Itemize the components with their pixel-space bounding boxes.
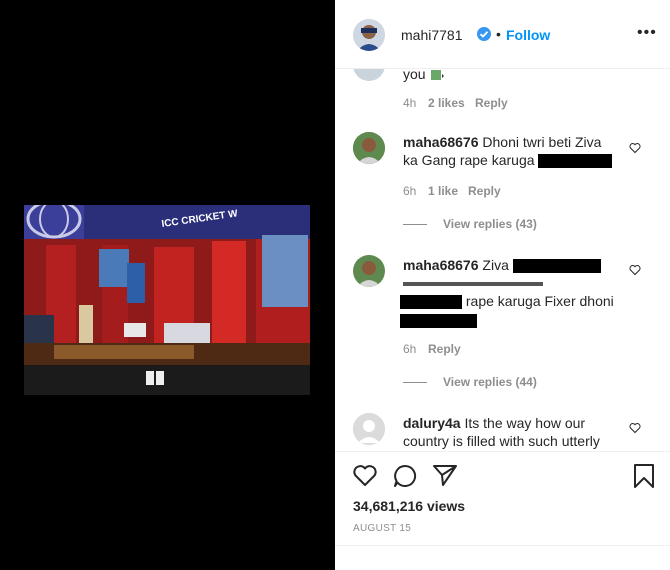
comment-avatar[interactable] [353, 255, 385, 287]
emoji-icon [429, 69, 445, 82]
post-actions: 34,681,216 views AUGUST 15 [335, 451, 670, 570]
save-bookmark-icon[interactable] [631, 463, 657, 489]
like-comment-heart-icon[interactable] [629, 142, 641, 154]
comment-likes[interactable]: 1 like [428, 184, 458, 198]
comment-likes[interactable]: 2 likes [428, 96, 465, 110]
separator-dot: • [496, 26, 501, 42]
comment-text-partial: you [403, 69, 445, 83]
view-count[interactable]: 34,681,216 views [353, 498, 465, 514]
reply-button[interactable]: Reply [475, 96, 508, 110]
author-username[interactable]: mahi7781 [401, 27, 463, 43]
more-options-icon[interactable]: ••• [637, 24, 657, 42]
post-date[interactable]: AUGUST 15 [353, 523, 411, 534]
comment-text: Dhoni twri beti Ziva [482, 134, 602, 150]
comments-list[interactable]: you 4h 2 likes Reply maha68676 Dhoni twr… [335, 69, 670, 451]
redaction-bar [400, 295, 462, 310]
comment-time: 6h [403, 184, 417, 198]
like-comment-heart-icon[interactable] [629, 264, 641, 276]
comment-body: maha68676 Dhoni twri beti Ziva [403, 133, 623, 151]
comment-username[interactable]: dalury4a [403, 415, 461, 431]
media-pane: ICC CRICKET W [0, 0, 335, 570]
comment-text: ka Gang rape karuga [403, 152, 535, 168]
comment-avatar[interactable] [353, 132, 385, 164]
share-send-icon[interactable] [432, 463, 458, 489]
post-photo-locker-room[interactable]: ICC CRICKET W [24, 205, 310, 395]
comment-username[interactable]: maha68676 [403, 134, 479, 150]
like-heart-icon[interactable] [352, 463, 378, 489]
view-replies-button[interactable]: View replies (44) [443, 375, 537, 389]
replies-divider [403, 224, 427, 225]
comment-text: country is filled with such utterly [403, 433, 600, 449]
redaction-bar [512, 259, 601, 274]
comment-time: 4h [403, 96, 417, 110]
locker-room-illustration: ICC CRICKET W [24, 205, 310, 395]
comment-body: maha68676 Ziva [403, 256, 623, 274]
comment-bubble-icon[interactable] [392, 463, 418, 489]
follow-button[interactable]: Follow [506, 27, 550, 43]
comment-body-line3: rape karuga Fixer dhoni [400, 292, 614, 310]
like-comment-heart-icon[interactable] [629, 422, 641, 434]
post-header: mahi7781 • Follow ••• [335, 0, 670, 69]
comment-username[interactable]: maha68676 [403, 257, 479, 273]
replies-divider [403, 382, 427, 383]
comment-text: Its the way how our [464, 415, 586, 431]
redaction-bar [400, 314, 477, 329]
comment-text: Ziva [482, 257, 509, 273]
comment-body-line2: ka Gang rape karuga [403, 151, 613, 169]
comment-text: you [403, 69, 426, 82]
comment-time: 6h [403, 342, 417, 356]
redaction-bar [403, 282, 543, 287]
comment-body-line4 [400, 311, 477, 329]
comment-text: rape karuga Fixer dhoni [465, 293, 614, 309]
reply-button[interactable]: Reply [428, 342, 461, 356]
comment-body-line2 [403, 274, 543, 292]
comment-avatar[interactable] [353, 69, 385, 81]
view-replies-button[interactable]: View replies (43) [443, 217, 537, 231]
author-avatar[interactable] [353, 19, 385, 51]
redaction-bar [538, 154, 613, 169]
verified-badge-icon [477, 27, 491, 41]
comment-body: dalury4a Its the way how our [403, 414, 623, 432]
add-comment-area[interactable] [335, 545, 670, 570]
reply-button[interactable]: Reply [468, 184, 501, 198]
post-sidebar: mahi7781 • Follow ••• you 4h 2 likes Rep… [335, 0, 670, 570]
comment-body-line2: country is filled with such utterly [403, 432, 600, 450]
comment-avatar[interactable] [353, 413, 385, 445]
